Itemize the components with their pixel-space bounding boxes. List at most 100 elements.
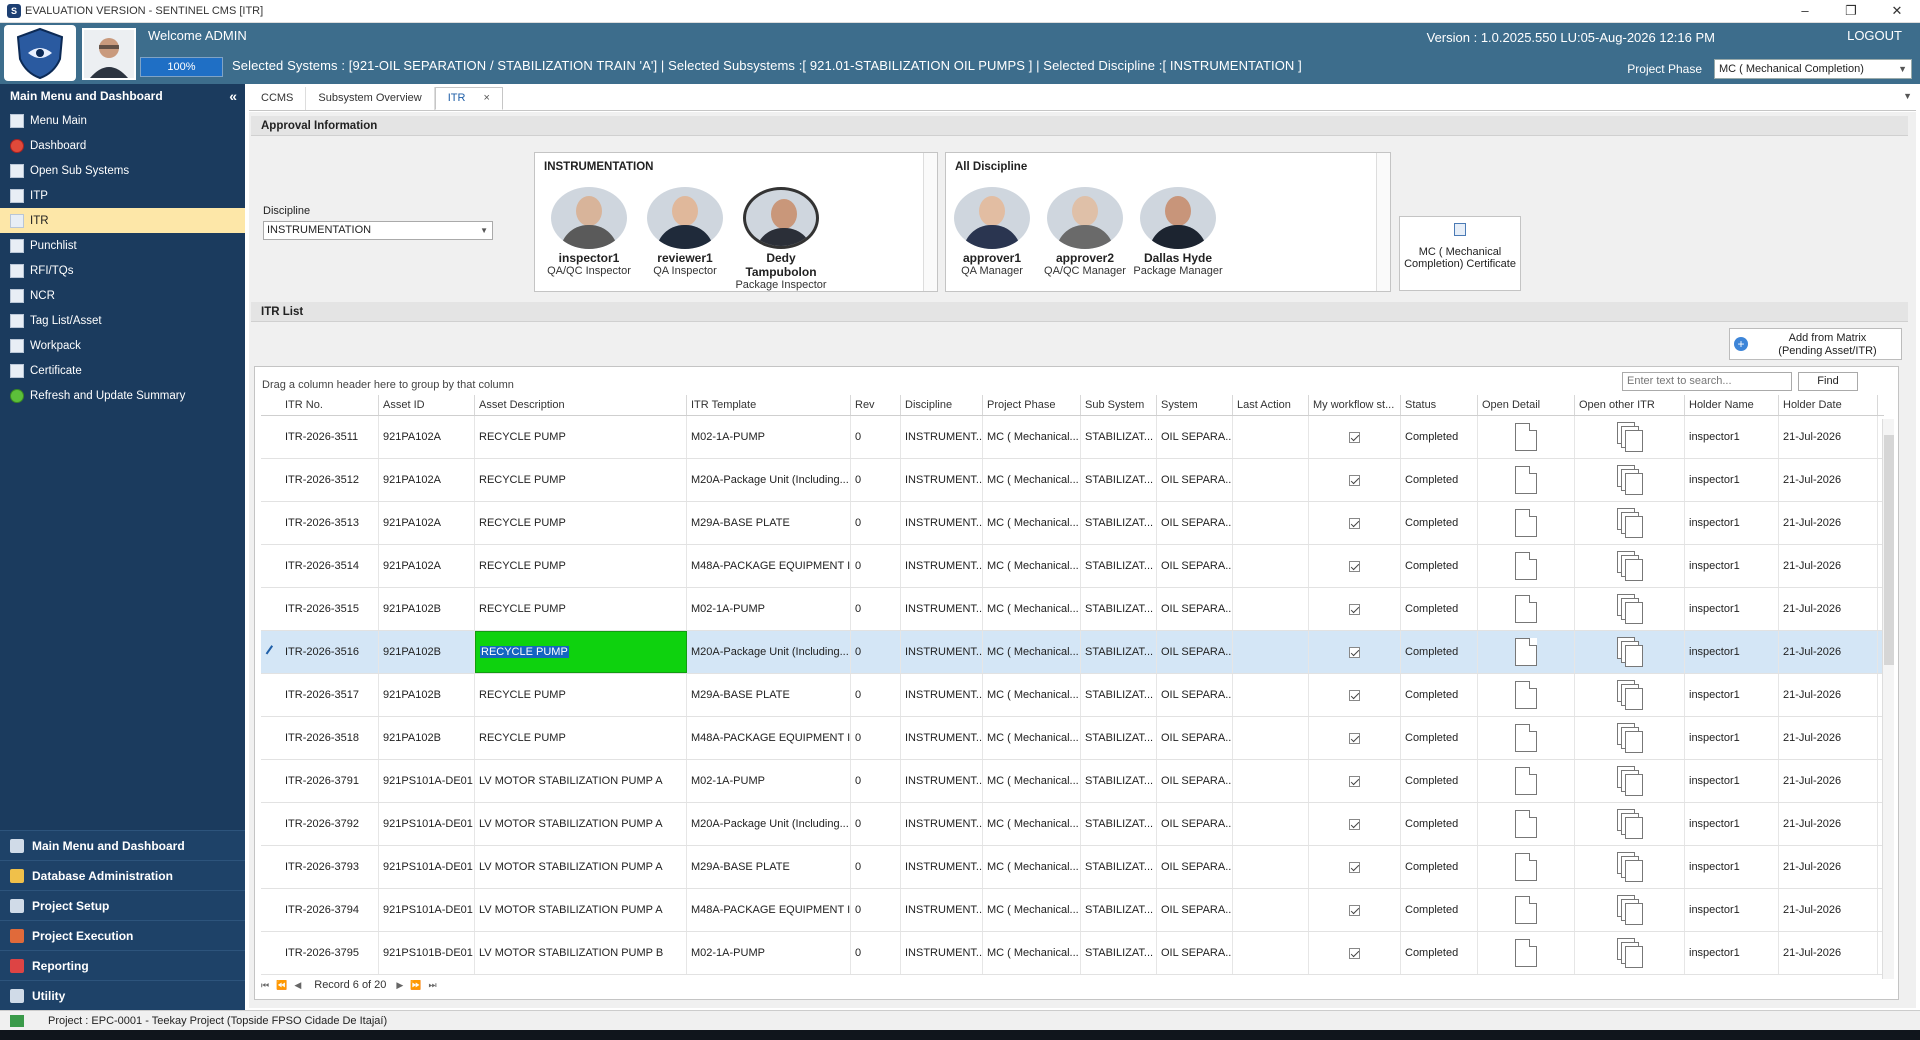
documents-stack-icon[interactable] — [1616, 637, 1643, 667]
sidebar-item-ncr[interactable]: NCR — [0, 283, 245, 308]
column-header-discipline[interactable]: Discipline — [901, 395, 983, 415]
cell-itr-no[interactable]: ITR-2026-3511 — [281, 416, 379, 458]
documents-stack-icon[interactable] — [1616, 594, 1643, 624]
column-header-holder-name[interactable]: Holder Name — [1685, 395, 1779, 415]
cell-my-workflow-status[interactable] — [1309, 631, 1401, 673]
cell-open-detail[interactable] — [1478, 502, 1575, 544]
collapse-icon[interactable]: « — [229, 84, 237, 108]
scrollbar-thumb[interactable] — [1884, 435, 1894, 665]
cell-open-other-itr[interactable] — [1575, 502, 1685, 544]
documents-stack-icon[interactable] — [1616, 422, 1643, 452]
column-header-itr-no[interactable]: ITR No. — [281, 395, 379, 415]
checkbox-checked-icon[interactable] — [1349, 904, 1360, 916]
document-icon[interactable] — [1515, 810, 1537, 838]
column-header-itr-template[interactable]: ITR Template — [687, 395, 851, 415]
documents-stack-icon[interactable] — [1616, 508, 1643, 538]
document-icon[interactable] — [1515, 853, 1537, 881]
table-row[interactable]: ITR-2026-3518 921PA102B RECYCLE PUMP M48A-P… — [261, 717, 1884, 760]
documents-stack-icon[interactable] — [1616, 852, 1643, 882]
sidebar-item-certificate[interactable]: Certificate — [0, 358, 245, 383]
approver-card[interactable]: inspector1 QA/QC Inspector — [543, 187, 635, 277]
column-header-asset-id[interactable]: Asset ID — [379, 395, 475, 415]
approver-card[interactable]: Dallas Hyde Package Manager — [1132, 187, 1224, 277]
cell-itr-no[interactable]: ITR-2026-3791 — [281, 760, 379, 802]
document-icon[interactable] — [1515, 724, 1537, 752]
cell-itr-no[interactable]: ITR-2026-3793 — [281, 846, 379, 888]
table-row[interactable]: ITR-2026-3792 921PS101A-DE01 LV MOTOR STAB… — [261, 803, 1884, 846]
documents-stack-icon[interactable] — [1616, 680, 1643, 710]
checkbox-checked-icon[interactable] — [1349, 431, 1360, 443]
cell-open-detail[interactable] — [1478, 846, 1575, 888]
cell-my-workflow-status[interactable] — [1309, 459, 1401, 501]
tab-ccms[interactable]: CCMS — [249, 87, 307, 110]
checkbox-checked-icon[interactable] — [1349, 947, 1360, 959]
document-icon[interactable] — [1515, 896, 1537, 924]
column-header-open-detail[interactable]: Open Detail — [1478, 395, 1575, 415]
cell-my-workflow-status[interactable] — [1309, 932, 1401, 974]
sidebar-item-tag-list[interactable]: Tag List/Asset — [0, 308, 245, 333]
cell-open-other-itr[interactable] — [1575, 932, 1685, 974]
document-icon[interactable] — [1515, 595, 1537, 623]
checkbox-checked-icon[interactable] — [1349, 818, 1360, 830]
search-input[interactable]: Enter text to search... — [1622, 372, 1792, 391]
cell-open-other-itr[interactable] — [1575, 889, 1685, 931]
editor-text[interactable]: RECYCLE PUMP — [480, 646, 569, 658]
table-row[interactable]: ITR-2026-3795 921PS101B-DE01 LV MOTOR STAB… — [261, 932, 1884, 975]
documents-stack-icon[interactable] — [1616, 895, 1643, 925]
logout-link[interactable]: LOGOUT — [1847, 28, 1902, 43]
cell-my-workflow-status[interactable] — [1309, 717, 1401, 759]
cell-open-other-itr[interactable] — [1575, 588, 1685, 630]
cell-my-workflow-status[interactable] — [1309, 803, 1401, 845]
column-header-holder-date[interactable]: Holder Date — [1779, 395, 1878, 415]
cell-itr-no[interactable]: ITR-2026-3516 — [281, 631, 379, 673]
cell-open-detail[interactable] — [1478, 932, 1575, 974]
column-header-project-phase[interactable]: Project Phase — [983, 395, 1081, 415]
sidebar-item-rfi-tqs[interactable]: RFI/TQs — [0, 258, 245, 283]
document-icon[interactable] — [1515, 466, 1537, 494]
document-icon[interactable] — [1515, 939, 1537, 967]
documents-stack-icon[interactable] — [1616, 809, 1643, 839]
document-icon[interactable] — [1515, 423, 1537, 451]
table-row[interactable]: ITR-2026-3794 921PS101A-DE01 LV MOTOR STAB… — [261, 889, 1884, 932]
table-row[interactable]: ITR-2026-3515 921PA102B RECYCLE PUMP M02-1A… — [261, 588, 1884, 631]
document-icon[interactable] — [1515, 509, 1537, 537]
cell-my-workflow-status[interactable] — [1309, 502, 1401, 544]
cell-open-other-itr[interactable] — [1575, 631, 1685, 673]
panel-scrollbar[interactable] — [1376, 153, 1390, 291]
cell-itr-no[interactable]: ITR-2026-3517 — [281, 674, 379, 716]
table-row[interactable]: ITR-2026-3512 921PA102A RECYCLE PUMP M20A-P… — [261, 459, 1884, 502]
column-header-last-action[interactable]: Last Action — [1233, 395, 1309, 415]
restore-button[interactable]: ❐ — [1828, 0, 1874, 23]
document-icon[interactable] — [1515, 767, 1537, 795]
documents-stack-icon[interactable] — [1616, 766, 1643, 796]
cell-open-other-itr[interactable] — [1575, 416, 1685, 458]
cell-open-detail[interactable] — [1478, 803, 1575, 845]
cell-open-other-itr[interactable] — [1575, 674, 1685, 716]
cell-open-detail[interactable] — [1478, 889, 1575, 931]
cell-itr-no[interactable]: ITR-2026-3514 — [281, 545, 379, 587]
column-header-open-other-itr[interactable]: Open other ITR — [1575, 395, 1685, 415]
panel-scrollbar[interactable] — [923, 153, 937, 291]
sidebar-item-dashboard[interactable]: Dashboard — [0, 133, 245, 158]
cell-my-workflow-status[interactable] — [1309, 846, 1401, 888]
cell-open-detail[interactable] — [1478, 588, 1575, 630]
sidebar-item-itr[interactable]: ITR — [0, 208, 245, 233]
table-row[interactable]: ITR-2026-3793 921PS101A-DE01 LV MOTOR STAB… — [261, 846, 1884, 889]
sidebar-item-itp[interactable]: ITP — [0, 183, 245, 208]
prev-record-icon[interactable]: ◀ — [294, 980, 301, 991]
documents-stack-icon[interactable] — [1616, 723, 1643, 753]
approver-card[interactable]: reviewer1 QA Inspector — [639, 187, 731, 277]
cell-open-detail[interactable] — [1478, 631, 1575, 673]
sidebar-item-workpack[interactable]: Workpack — [0, 333, 245, 358]
sidebar-item-punchlist[interactable]: Punchlist — [0, 233, 245, 258]
mc-certificate-button[interactable]: MC ( Mechanical Completion) Certificate — [1399, 216, 1521, 291]
cell-open-detail[interactable] — [1478, 674, 1575, 716]
checkbox-checked-icon[interactable] — [1349, 474, 1360, 486]
cell-itr-no[interactable]: ITR-2026-3795 — [281, 932, 379, 974]
documents-stack-icon[interactable] — [1616, 465, 1643, 495]
checkbox-checked-icon[interactable] — [1349, 603, 1360, 615]
column-header-system[interactable]: System — [1157, 395, 1233, 415]
discipline-select[interactable]: INSTRUMENTATION ▼ — [263, 221, 493, 240]
cell-my-workflow-status[interactable] — [1309, 588, 1401, 630]
checkbox-checked-icon[interactable] — [1349, 517, 1360, 529]
